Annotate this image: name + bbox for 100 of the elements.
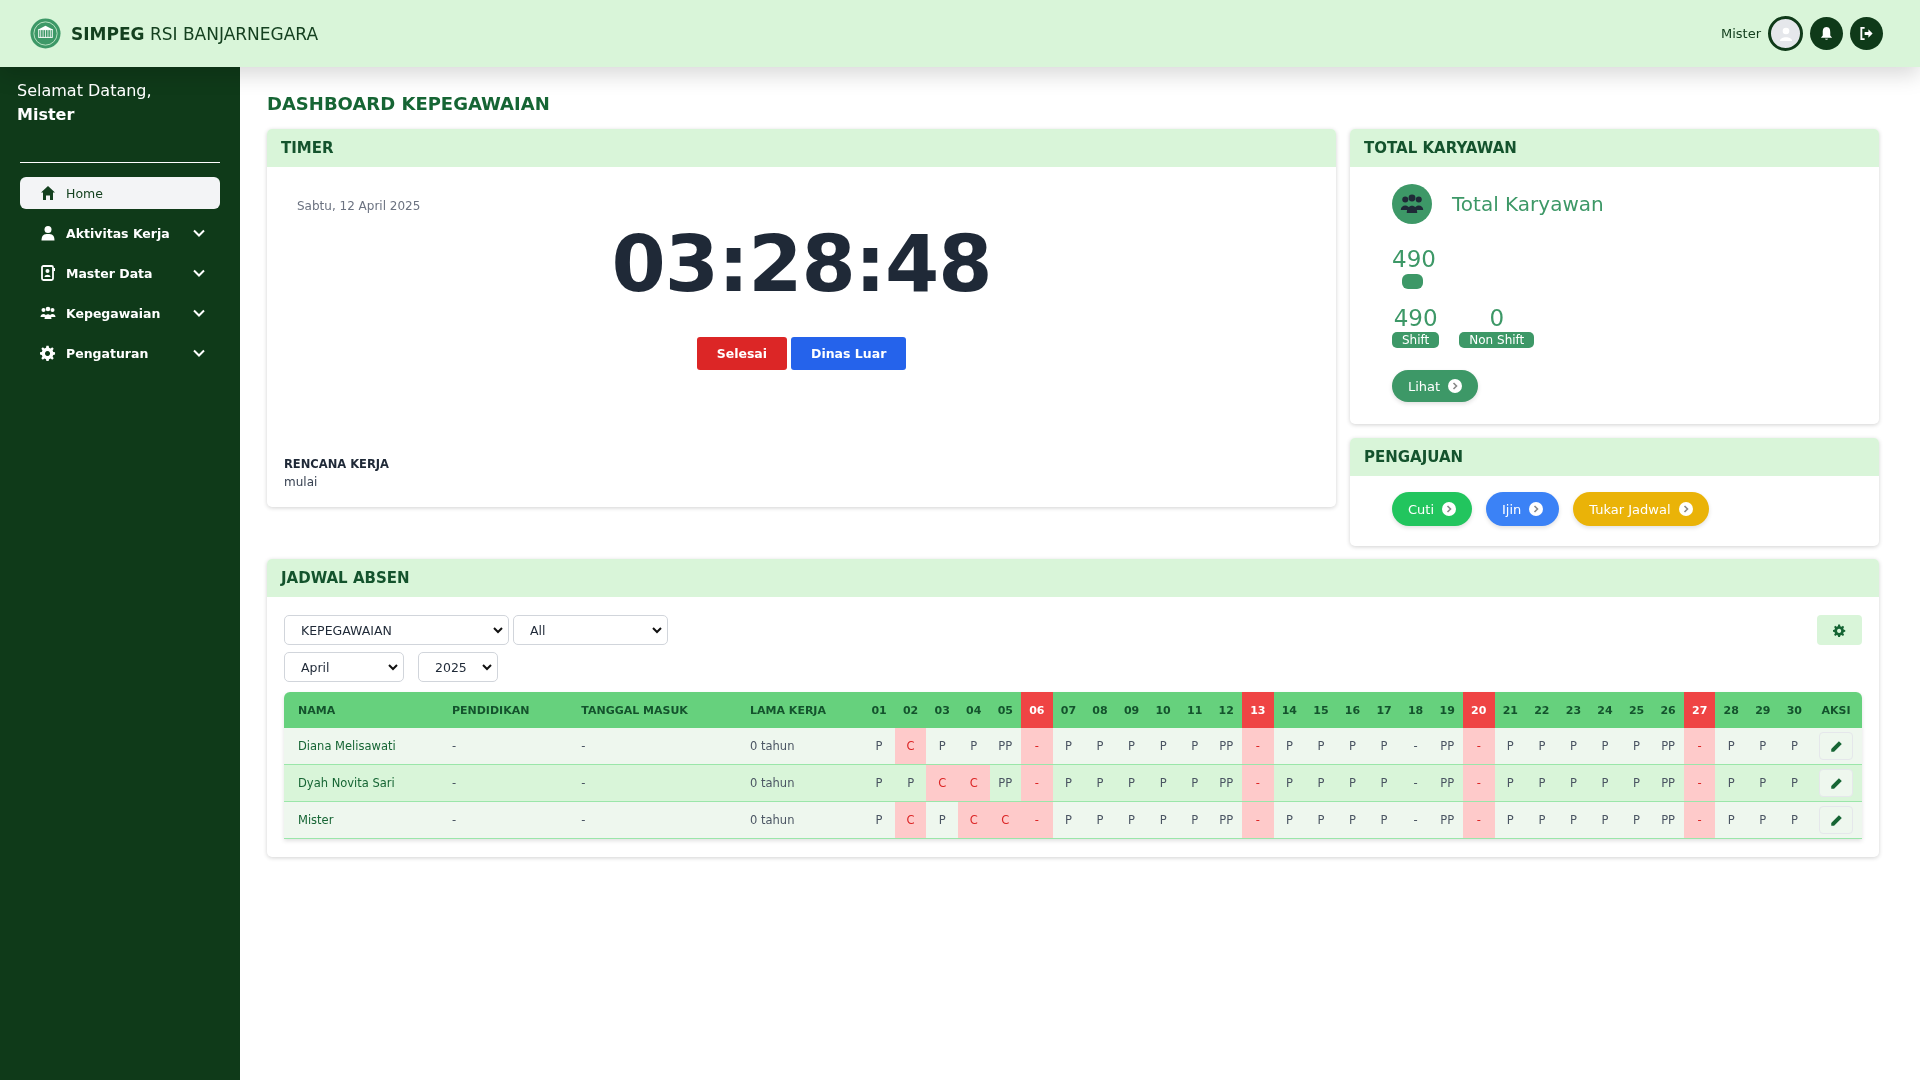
day-header: 10 (1147, 692, 1179, 728)
day-header: 23 (1557, 692, 1590, 728)
attendance-cell: P (1084, 801, 1116, 839)
arrow-right-circle-icon (1678, 502, 1693, 516)
attendance-cell: P (1178, 728, 1211, 765)
attendance-cell: PP (1652, 728, 1684, 765)
attendance-cell: P (1084, 728, 1116, 765)
sidebar-item[interactable]: Pengaturan (20, 337, 220, 369)
attendance-cell: P (1715, 801, 1747, 839)
chevron-down-icon (492, 624, 504, 636)
view-button[interactable]: Lihat (1392, 370, 1479, 402)
attendance-cell: P (1305, 764, 1337, 802)
attendance-cell: - (1242, 728, 1274, 765)
day-header: 28 (1715, 692, 1747, 728)
dropdown[interactable]: April (284, 652, 404, 682)
attendance-cell: P (863, 728, 895, 765)
attendance-cell: - (1399, 728, 1432, 765)
day-header: 01 (863, 692, 895, 728)
day-header: 13 (1242, 692, 1274, 728)
action-button[interactable]: Dinas Luar (791, 337, 907, 370)
attendance-cell: - (1242, 801, 1274, 839)
attendance-cell: P (1336, 728, 1369, 765)
day-header: 02 (894, 692, 927, 728)
attendance-cell: P (1305, 728, 1337, 765)
attendance-cell: - (1021, 801, 1053, 839)
attendance-cell: PP (1431, 728, 1463, 765)
table-cell: - (567, 764, 737, 802)
sidebar-item[interactable]: Master Data (20, 257, 220, 289)
day-header: 09 (1115, 692, 1148, 728)
sidebar-item[interactable]: Kepegawaian (20, 297, 220, 329)
attendance-cell: - (1462, 728, 1495, 765)
attendance-cell: P (863, 764, 895, 802)
date-text: Sabtu, 12 April 2025 (297, 199, 421, 213)
avatar-icon[interactable] (1768, 16, 1803, 51)
attendance-cell: C (926, 764, 958, 802)
attendance-cell: P (926, 728, 958, 765)
table-cell: - (437, 764, 568, 802)
table-cell: - (437, 728, 568, 765)
dropdown[interactable]: KEPEGAWAIAN (284, 615, 509, 645)
attendance-cell: P (1620, 728, 1653, 765)
attendance-cell: PP (989, 728, 1022, 765)
dropdown[interactable]: All (513, 615, 668, 645)
arrow-right-circle-icon (1448, 379, 1463, 393)
total-count: 490 (1392, 246, 1436, 272)
day-header: 30 (1778, 692, 1811, 728)
attendance-cell: P (1589, 764, 1621, 802)
people-icon (40, 305, 56, 321)
user-name: Mister (1720, 26, 1761, 41)
attendance-cell: P (1589, 728, 1621, 765)
sidebar-user-name: Mister (17, 105, 76, 124)
day-header: 04 (957, 692, 990, 728)
sidebar-item[interactable]: Aktivitas Kerja (20, 217, 220, 249)
stat-value: 0 (1489, 305, 1505, 331)
attendance-cell: P (1368, 728, 1400, 765)
day-header: 15 (1305, 692, 1337, 728)
edit-button[interactable] (1819, 806, 1854, 834)
logout-button[interactable] (1850, 17, 1883, 50)
day-header: 20 (1462, 692, 1495, 728)
arrow-right-circle-icon (1442, 502, 1457, 516)
day-header: 22 (1526, 692, 1558, 728)
attendance-cell: P (1526, 801, 1558, 839)
attendance-cell: P (1715, 728, 1747, 765)
attendance-cell: PP (1431, 764, 1463, 802)
day-header: 24 (1589, 692, 1621, 728)
action-button[interactable]: Selesai (696, 337, 788, 370)
chevron-down-icon (651, 624, 663, 636)
table-cell: - (567, 801, 737, 839)
day-header: 21 (1494, 692, 1527, 728)
attendance-cell: PP (1210, 728, 1242, 765)
chevron-down-icon (481, 661, 493, 673)
attendance-cell: PP (1210, 764, 1242, 802)
stat-label: Shift (1392, 332, 1440, 348)
table-cell: 0 tahun (736, 764, 864, 802)
day-header: 18 (1399, 692, 1432, 728)
logo-icon (30, 18, 61, 49)
settings-icon (1833, 623, 1846, 637)
arrow-right-circle-icon (1529, 502, 1544, 516)
card-title: TOTAL KARYAWAN (1350, 129, 1879, 167)
attendance-cell: PP (1652, 801, 1684, 839)
column-header: NAMA (284, 692, 438, 728)
day-header: 08 (1084, 692, 1116, 728)
edit-button[interactable] (1819, 732, 1854, 760)
attendance-cell: PP (1210, 801, 1242, 839)
day-header: 12 (1210, 692, 1242, 728)
sidebar-item[interactable]: Home (20, 177, 220, 209)
edit-button[interactable] (1819, 769, 1854, 797)
dropdown[interactable]: 2025 (418, 652, 498, 682)
table-cell: - (567, 728, 737, 765)
attendance-cell: P (863, 801, 895, 839)
day-header: 29 (1747, 692, 1779, 728)
pencil-icon (1829, 813, 1843, 827)
attendance-cell: P (1778, 728, 1811, 765)
settings-button[interactable] (1817, 615, 1862, 645)
pencil-icon (1829, 739, 1843, 753)
day-header: 16 (1336, 692, 1369, 728)
logout-icon (1859, 26, 1874, 41)
notification-button[interactable] (1810, 17, 1843, 50)
day-header: 17 (1368, 692, 1400, 728)
attendance-cell: P (1147, 801, 1179, 839)
request-button[interactable]: Ijin (1486, 492, 1560, 526)
